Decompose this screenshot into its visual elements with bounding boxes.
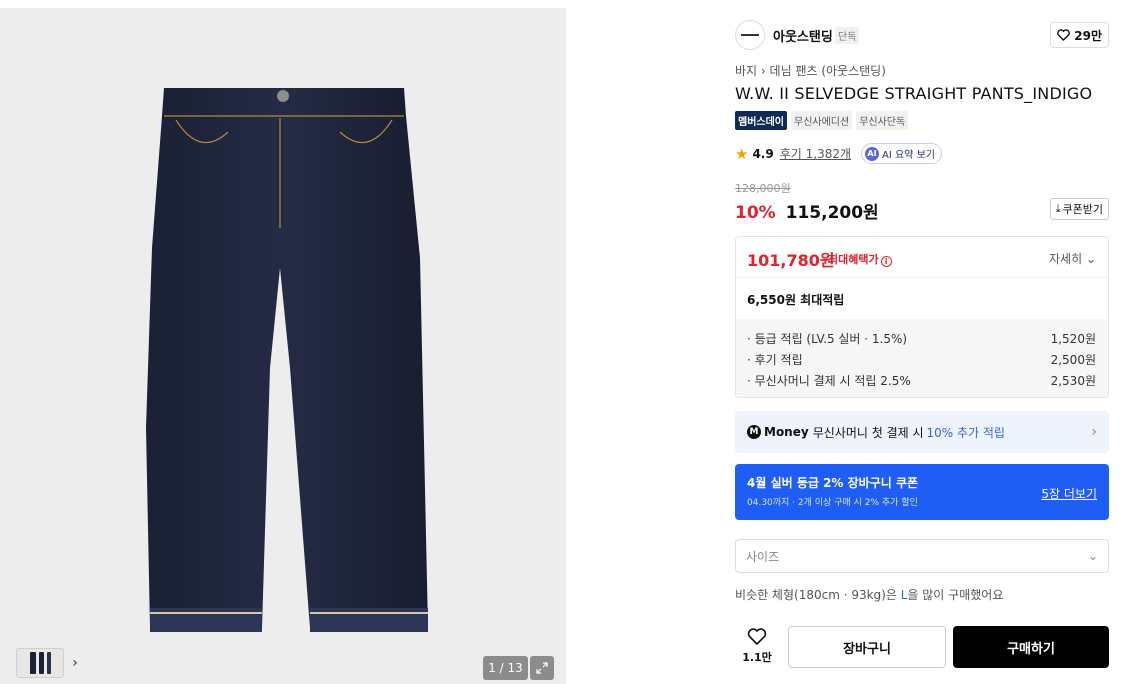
money-accent: 10% 추가 적립 [926, 425, 1005, 440]
exclusive-badge: 무신사단독 [856, 111, 909, 130]
rating-row: ★ 4.9 후기 1,382개 AI AI 요약 보기 [735, 143, 942, 164]
point-item: · 후기 적립 2,500원 [747, 353, 1096, 367]
info-icon[interactable]: i [880, 256, 892, 267]
brand-logo[interactable] [735, 20, 765, 50]
chevron-right-icon: › [760, 64, 770, 78]
original-price: 128,000원 [735, 182, 791, 195]
product-title: W.W. II SELVEDGE STRAIGHT PANTS_INDIGO [735, 84, 1093, 103]
money-text: 무신사머니 첫 결제 시 [812, 425, 924, 440]
benefit-box: 101,780원 최대혜택가 i 자세히 ⌄ 6,550원 최대적립 · 등급 적… [735, 236, 1109, 398]
breadcrumb: 바지 › 데님 팬츠 (아웃스탠딩) [735, 62, 886, 79]
product-badges: 멤버스데이 무신사에디션 무신사단독 [735, 111, 909, 130]
detail-toggle[interactable]: 자세히 ⌄ [1049, 250, 1096, 267]
brand-like-count: 29만 [1074, 28, 1102, 43]
brand-like-button[interactable]: 29만 [1050, 22, 1109, 48]
heart-icon [747, 628, 767, 646]
wish-button[interactable]: 1.1만 [735, 628, 779, 665]
similar-body-note: 비슷한 체형(180cm · 93kg)은 L을 많이 구매했어요 [735, 588, 1004, 602]
ai-icon: AI [865, 146, 880, 161]
money-logo-icon: M [747, 425, 761, 439]
breadcrumb-item[interactable]: 데님 팬츠 (아웃스탠딩) [770, 64, 886, 78]
chevron-right-icon: › [1091, 424, 1097, 440]
breadcrumb-item[interactable]: 바지 [735, 64, 757, 78]
size-select[interactable]: 사이즈 ⌄ [735, 539, 1109, 573]
brand-exclusive-badge: 단독 [835, 27, 860, 44]
ai-summary-label: AI 요약 보기 [882, 150, 935, 161]
add-to-cart-button[interactable]: 장바구니 [788, 626, 946, 668]
coupon-button-label: 쿠폰받기 [1062, 203, 1103, 216]
thumbnail-1[interactable] [16, 648, 64, 678]
max-benefit-price: 101,780원 [747, 251, 835, 270]
point-total: 6,550원 최대적립 [747, 293, 845, 307]
ai-summary-button[interactable]: AI AI 요약 보기 [861, 143, 942, 164]
thumbnail-strip: › [16, 648, 82, 678]
members-day-badge: 멤버스데이 [735, 111, 787, 130]
coupon-download-button[interactable]: ⤓ 쿠폰받기 [1049, 198, 1109, 220]
cart-coupon-banner: 4월 실버 등급 2% 장바구니 쿠폰 04.30까지 · 2개 이상 구매 시… [735, 464, 1109, 520]
brand-row: 아웃스탠딩 단독 29만 [735, 20, 1109, 50]
chevron-down-icon: ⌄ [1085, 252, 1096, 266]
download-icon: ⤓ [1055, 202, 1061, 215]
point-list: · 등급 적립 (LV.5 실버 · 1.5%) 1,520원 · 후기 적립 2,… [736, 319, 1108, 397]
star-icon: ★ [735, 144, 749, 163]
sale-price: 115,200원 [785, 203, 879, 223]
point-item: · 등급 적립 (LV.5 실버 · 1.5%) 1,520원 [747, 332, 1096, 346]
product-image [146, 88, 428, 632]
discount-rate: 10% [735, 203, 776, 223]
divider [736, 277, 1108, 278]
buy-now-button[interactable]: 구매하기 [953, 626, 1109, 668]
money-banner[interactable]: M Money 무신사머니 첫 결제 시 10% 추가 적립 › [735, 411, 1109, 453]
review-link[interactable]: 후기 1,382개 [780, 145, 851, 162]
image-counter: 1 / 13 [483, 656, 528, 680]
point-item: · 무신사머니 결제 시 적립 2.5% 2,530원 [747, 374, 1096, 388]
rating-score: 4.9 [752, 146, 774, 161]
heart-icon [1057, 29, 1071, 41]
expand-icon[interactable] [530, 656, 554, 680]
chevron-down-icon: ⌄ [1087, 549, 1098, 563]
wish-count: 1.1만 [742, 651, 772, 664]
coupon-more-link[interactable]: 5장 더보기 [1041, 485, 1097, 502]
chevron-right-icon[interactable]: › [68, 654, 82, 672]
size-placeholder: 사이즈 [746, 549, 780, 564]
sale-price-row: 10% 115,200원 [735, 198, 879, 223]
brand-name[interactable]: 아웃스탠딩 [773, 26, 833, 45]
money-brand: Money [764, 425, 809, 439]
max-benefit-label: 최대혜택가 i [828, 251, 892, 267]
purchase-bar: 1.1만 장바구니 구매하기 [735, 626, 1109, 669]
product-gallery[interactable]: › 1 / 13 [0, 8, 566, 684]
edition-badge: 무신사에디션 [791, 111, 853, 130]
